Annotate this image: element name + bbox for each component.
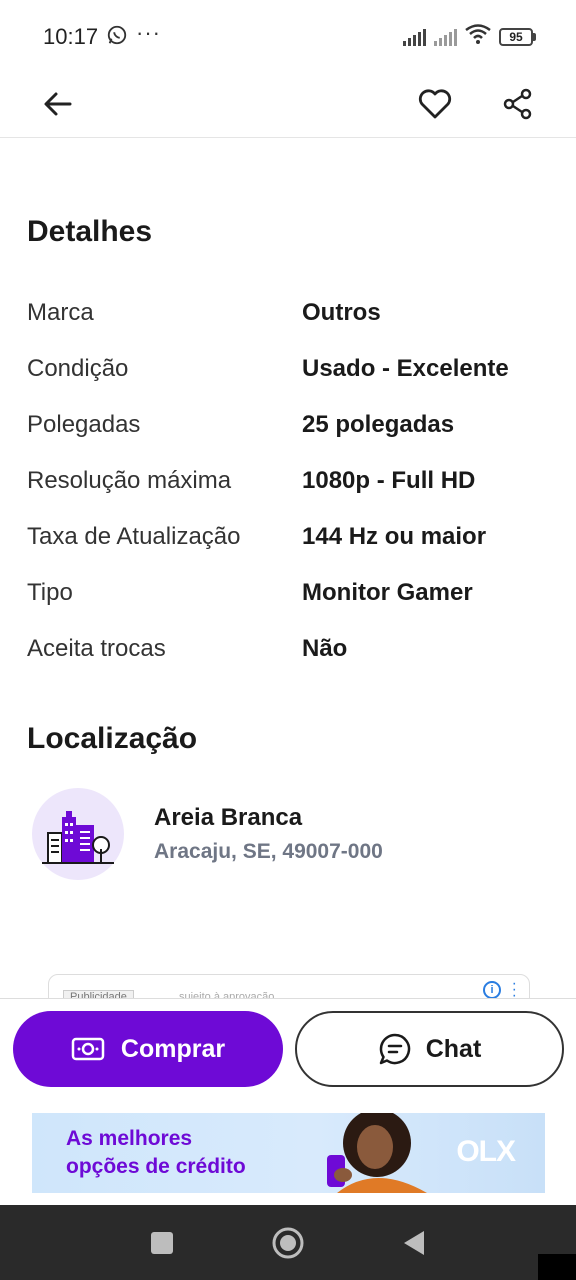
detail-value: Monitor Gamer <box>302 579 473 606</box>
wifi-icon <box>465 24 491 49</box>
home-button[interactable] <box>268 1223 308 1263</box>
arrow-left-icon <box>44 92 72 116</box>
status-time: 10:17 <box>43 24 99 49</box>
buy-button[interactable]: Comprar <box>13 1011 283 1087</box>
whatsapp-icon <box>106 24 128 51</box>
chat-bubble-icon <box>379 1033 410 1065</box>
bottom-action-bar: Comprar Chat As melhores opções de crédi… <box>0 998 576 1205</box>
detail-value: 1080p - Full HD <box>302 467 476 494</box>
detail-label: Aceita trocas <box>27 635 166 662</box>
detail-value: 144 Hz ou maior <box>302 523 487 550</box>
info-icon[interactable]: i <box>483 981 501 999</box>
details-list: Marca Outros Condição Usado - Excelente Po… <box>27 285 557 677</box>
back-button[interactable] <box>34 80 82 128</box>
banner-line-1: As melhores <box>66 1127 193 1150</box>
detail-value: Usado - Excelente <box>302 355 509 382</box>
detail-value: Não <box>302 635 348 662</box>
detail-label: Tipo <box>27 579 73 606</box>
buy-label: Comprar <box>120 1034 226 1063</box>
circle-icon <box>272 1227 304 1259</box>
detail-label: Condição <box>27 355 129 382</box>
city-buildings-icon <box>32 788 124 880</box>
banner-line-2: opções de crédito <box>66 1155 246 1178</box>
money-icon <box>71 1037 105 1061</box>
heart-outline-icon <box>418 89 452 119</box>
triangle-back-icon <box>404 1231 424 1255</box>
detail-value: 25 polegadas <box>302 411 455 438</box>
signal-2-icon <box>434 28 457 46</box>
battery-level: 95 <box>499 27 533 46</box>
detail-label: Taxa de Atualização <box>27 523 241 550</box>
recents-button[interactable] <box>142 1223 182 1263</box>
detail-row-condition: Condição Usado - Excelente <box>27 341 557 397</box>
signal-icon <box>403 28 426 46</box>
share-icon <box>503 88 532 120</box>
square-icon <box>151 1232 173 1254</box>
detail-value: Outros <box>302 299 381 326</box>
woman-with-phone-image <box>327 1113 427 1193</box>
location-neighborhood: Areia Branca <box>154 804 303 831</box>
olx-logo: OLX <box>456 1135 516 1168</box>
back-nav-button[interactable] <box>394 1223 434 1263</box>
details-title: Detalhes <box>27 215 153 248</box>
detail-row-type: Tipo Monitor Gamer <box>27 565 557 621</box>
location-card: Areia Branca Aracaju, SE, 49007-000 <box>32 788 383 880</box>
favorite-button[interactable] <box>411 80 459 128</box>
credit-banner[interactable]: As melhores opções de crédito OLX <box>32 1113 545 1193</box>
detail-label: Resolução máxima <box>27 467 232 494</box>
location-title: Localização <box>27 722 198 755</box>
app-bar <box>0 70 576 138</box>
detail-row-refresh-rate: Taxa de Atualização 144 Hz ou maior <box>27 509 557 565</box>
status-bar: 10:17 ··· 95 <box>0 0 576 70</box>
detail-row-size: Polegadas 25 polegadas <box>27 397 557 453</box>
detail-label: Polegadas <box>27 411 141 438</box>
chat-button[interactable]: Chat <box>295 1011 564 1087</box>
detail-row-resolution: Resolução máxima 1080p - Full HD <box>27 453 557 509</box>
location-address: Aracaju, SE, 49007-000 <box>154 840 383 863</box>
banner-text: As melhores opções de crédito <box>66 1125 246 1181</box>
chat-label: Chat <box>425 1034 482 1063</box>
detail-row-trades: Aceita trocas Não <box>27 621 557 677</box>
more-notifications-icon: ··· <box>136 20 161 45</box>
battery-icon: 95 <box>499 27 536 46</box>
share-button[interactable] <box>494 80 542 128</box>
system-nav-bar <box>0 1205 576 1280</box>
detail-row-brand: Marca Outros <box>27 285 557 341</box>
more-vert-icon[interactable]: · · · <box>512 976 517 1004</box>
detail-label: Marca <box>27 299 94 326</box>
